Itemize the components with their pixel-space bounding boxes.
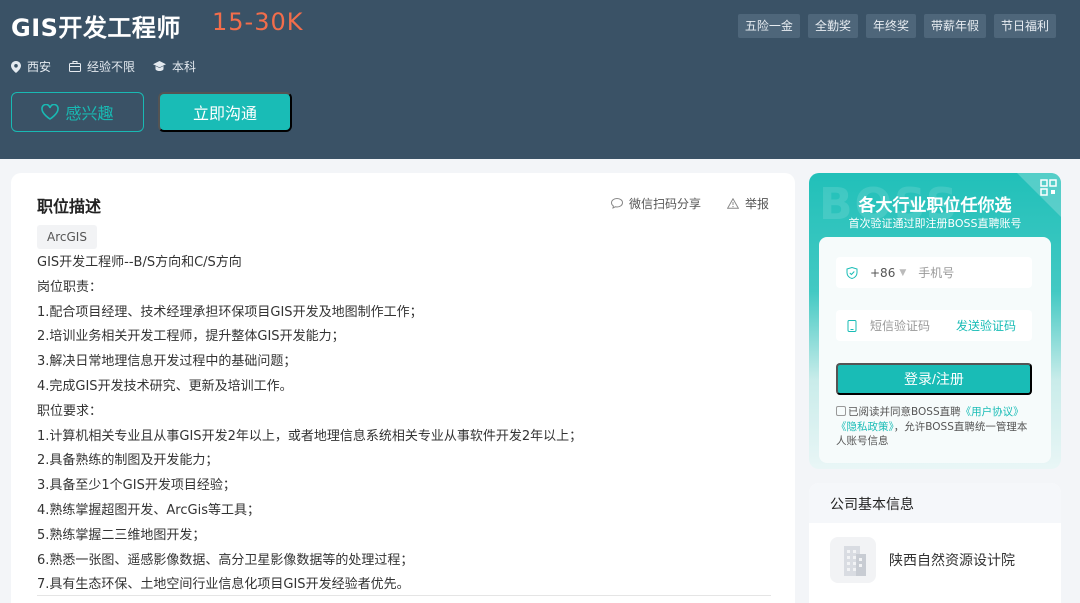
education-text: 本科: [172, 60, 197, 74]
interested-label: 感兴趣: [65, 106, 114, 123]
chat-now-button[interactable]: 立即沟通: [158, 92, 292, 132]
job-description-card: 职位描述 微信扫码分享 举报 ArcGIS GIS开发工程师--B/S方向和C/…: [11, 173, 795, 603]
location-pin-icon: [11, 60, 21, 73]
description-line: GIS开发工程师--B/S方向和C/S方向: [37, 255, 242, 270]
company-logo[interactable]: [830, 537, 876, 583]
shield-check-icon: [846, 266, 858, 279]
skill-tag: ArcGIS: [37, 225, 97, 249]
company-card-header: 公司基本信息: [809, 483, 1061, 523]
user-agreement-link[interactable]: 《用户协议》: [961, 406, 1024, 418]
login-title: 各大行业职位任你选: [858, 196, 1012, 216]
salary: 15-30K: [212, 8, 304, 36]
send-code-button[interactable]: 发送验证码: [956, 317, 1016, 334]
caret-down-icon[interactable]: ▼: [899, 268, 906, 278]
benefit-tag: 年终奖: [865, 14, 916, 38]
section-title: 职位描述: [37, 197, 102, 216]
experience-text: 经验不限: [87, 60, 136, 74]
location-info: 西安: [11, 58, 51, 75]
benefit-tag: 带薪年假: [923, 14, 986, 38]
education-info: 本科: [153, 58, 196, 75]
graduation-cap-icon: [153, 61, 167, 71]
experience-info: 经验不限: [69, 58, 135, 75]
login-card: BOSS 各大行业职位任你选 首次验证通过即注册BOSS直聘账号 +86 ▼ 手…: [809, 173, 1061, 469]
agreement-checkbox[interactable]: [836, 406, 846, 416]
description-line: 1.计算机相关专业且从事GIS开发2年以上，或者地理信息系统相关专业从事软件开发…: [37, 428, 583, 444]
login-register-button[interactable]: 登录/注册: [836, 363, 1032, 395]
benefit-tag: 全勤奖: [807, 14, 858, 38]
company-section-title: 公司基本信息: [830, 497, 914, 513]
job-description: GIS开发工程师--B/S方向和C/S方向 岗位职责： 1.配合项目经理、技术经…: [37, 251, 777, 598]
benefit-tag: 五险一金: [737, 14, 800, 38]
divider: [37, 595, 771, 596]
phone-input[interactable]: 手机号: [918, 264, 954, 281]
sms-code-field[interactable]: 短信验证码 发送验证码: [836, 310, 1032, 341]
company-name[interactable]: 陕西自然资源设计院: [889, 550, 1015, 570]
card-actions: 微信扫码分享 举报: [610, 195, 769, 212]
description-line: 1.配合项目经理、技术经理承担环保项目GIS开发及地图制作工作；: [37, 304, 423, 320]
description-line: 2.培训业务相关开发工程师，提升整体GIS开发能力；: [37, 329, 345, 345]
report-label: 举报: [744, 197, 769, 211]
phone-field[interactable]: +86 ▼ 手机号: [836, 257, 1032, 288]
comment-icon: [610, 198, 623, 209]
warning-icon: [726, 198, 739, 209]
description-line: 职位要求：: [37, 403, 103, 419]
benefit-tags: 五险一金 全勤奖 年终奖 带薪年假 节日福利: [737, 14, 1056, 38]
description-line: 4.熟练掌握超图开发、ArcGis等工具；: [37, 502, 260, 518]
login-form: +86 ▼ 手机号 短信验证码 发送验证码 登录/注册 已阅读并同意BOSS直聘…: [819, 237, 1051, 463]
description-line: 3.解决日常地理信息开发过程中的基础问题；: [37, 354, 297, 370]
description-line: 3.具备至少1个GIS开发项目经验；: [37, 478, 236, 494]
location-text: 西安: [27, 60, 52, 74]
wechat-share-button[interactable]: 微信扫码分享: [610, 195, 701, 212]
description-line: 2.具备熟练的制图及开发能力；: [37, 453, 219, 469]
job-title: GIS开发工程师: [11, 14, 181, 42]
job-meta: 西安 经验不限 本科: [11, 58, 196, 75]
description-line: 6.熟悉一张图、遥感影像数据、高分卫星影像数据等的处理过程；: [37, 552, 414, 568]
login-subtitle: 首次验证通过即注册BOSS直聘账号: [848, 217, 1022, 230]
phone-icon: [847, 319, 857, 332]
description-line: 4.完成GIS开发技术研究、更新及培训工作。: [37, 378, 293, 394]
share-label: 微信扫码分享: [628, 197, 701, 211]
country-code[interactable]: +86: [870, 266, 895, 280]
sms-code-input[interactable]: 短信验证码: [870, 317, 930, 334]
heart-icon: [41, 104, 60, 120]
report-button[interactable]: 举报: [726, 195, 769, 212]
interested-button[interactable]: 感兴趣: [11, 92, 144, 132]
agreement-text: 已阅读并同意BOSS直聘《用户协议》《隐私政策》，允许BOSS直聘统一管理本人账…: [836, 405, 1036, 449]
benefit-tag: 节日福利: [993, 14, 1056, 38]
briefcase-icon: [69, 61, 82, 72]
privacy-policy-link[interactable]: 《隐私政策》: [836, 421, 894, 433]
agree-prefix: 已阅读并同意BOSS直聘: [848, 406, 961, 418]
description-line: 岗位职责：: [37, 279, 103, 295]
description-line: 5.熟练掌握二三维地图开发；: [37, 527, 206, 543]
building-icon: [844, 546, 866, 576]
company-card: 公司基本信息 陕西自然资源设计院: [809, 483, 1061, 603]
job-header: GIS开发工程师 15-30K 五险一金 全勤奖 年终奖 带薪年假 节日福利 西…: [0, 0, 1080, 159]
